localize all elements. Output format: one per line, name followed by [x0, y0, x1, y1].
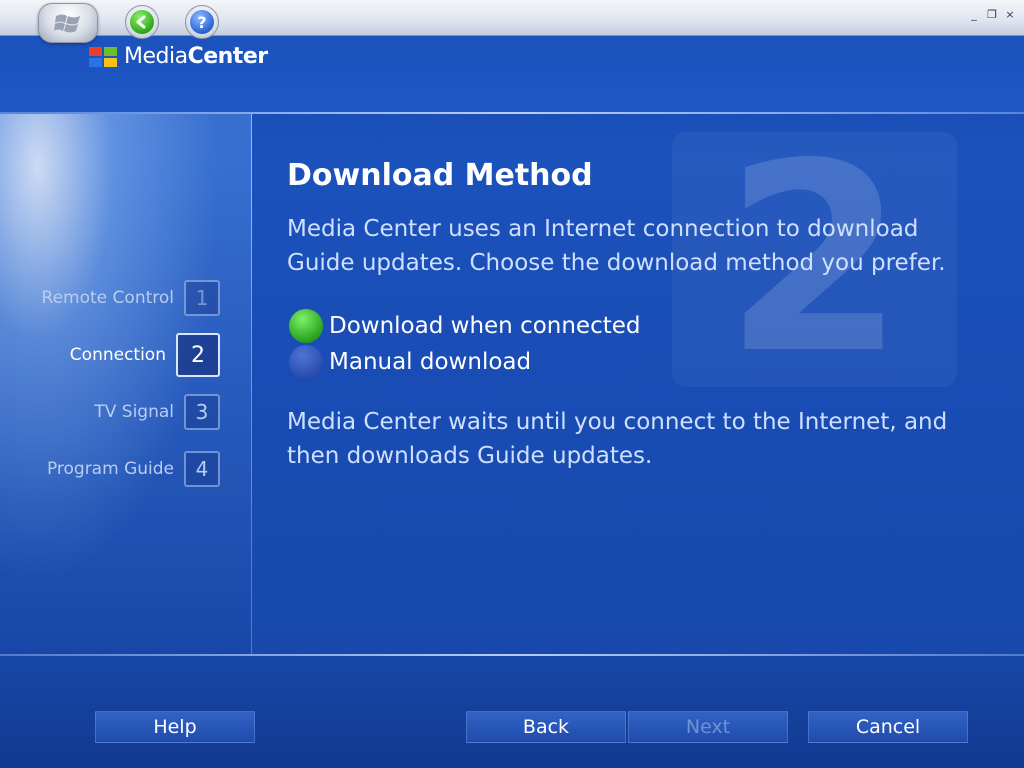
- back-nav-button[interactable]: [125, 5, 159, 39]
- page-title: Download Method: [287, 158, 593, 193]
- radio-selected-icon[interactable]: [289, 309, 323, 343]
- step-number: 2: [176, 333, 220, 377]
- windows-flag-icon: [54, 14, 80, 33]
- logo-text-center: Center: [187, 44, 269, 69]
- step-label: Remote Control: [41, 288, 174, 308]
- cancel-button[interactable]: Cancel: [808, 711, 968, 743]
- option-label[interactable]: Download when connected: [329, 313, 641, 339]
- option-download-when-connected[interactable]: Download when connected: [289, 308, 641, 344]
- step-label: Program Guide: [46, 459, 174, 479]
- restore-button[interactable]: ❐: [986, 8, 998, 22]
- step-number: 1: [184, 280, 220, 316]
- step-number: 4: [184, 451, 220, 487]
- help-nav-button[interactable]: ?: [185, 5, 219, 39]
- option-explanation: Media Center waits until you connect to …: [287, 409, 948, 469]
- windows-logo-icon: [89, 46, 117, 67]
- option-manual-download[interactable]: Manual download: [289, 344, 641, 380]
- download-method-options: Download when connected Manual download: [289, 308, 641, 380]
- step-label: TV Signal: [94, 402, 174, 422]
- window-controls: _ ❐ ×: [968, 8, 1016, 22]
- radio-unselected-icon[interactable]: [289, 345, 323, 379]
- media-center-logo: MediaCenter: [88, 44, 268, 69]
- page-description: Media Center uses an Internet connection…: [287, 216, 946, 276]
- help-question-icon: ?: [190, 10, 214, 34]
- step-remote-control: Remote Control 1: [0, 278, 220, 318]
- help-button[interactable]: Help: [95, 711, 255, 743]
- minimize-button[interactable]: _: [968, 8, 980, 22]
- close-button[interactable]: ×: [1004, 8, 1016, 22]
- footer-divider: [0, 654, 1024, 656]
- steps-panel: [0, 114, 252, 654]
- back-arrow-icon: [130, 10, 154, 34]
- step-number: 3: [184, 394, 220, 430]
- option-label[interactable]: Manual download: [329, 349, 531, 375]
- step-connection: Connection 2: [0, 333, 220, 377]
- step-label: Connection: [69, 345, 166, 365]
- back-button[interactable]: Back: [466, 711, 626, 743]
- next-button[interactable]: Next: [628, 711, 788, 743]
- logo-text-media: Media: [124, 44, 188, 69]
- step-tv-signal: TV Signal 3: [0, 392, 220, 432]
- step-program-guide: Program Guide 4: [0, 449, 220, 489]
- start-button[interactable]: [38, 3, 98, 43]
